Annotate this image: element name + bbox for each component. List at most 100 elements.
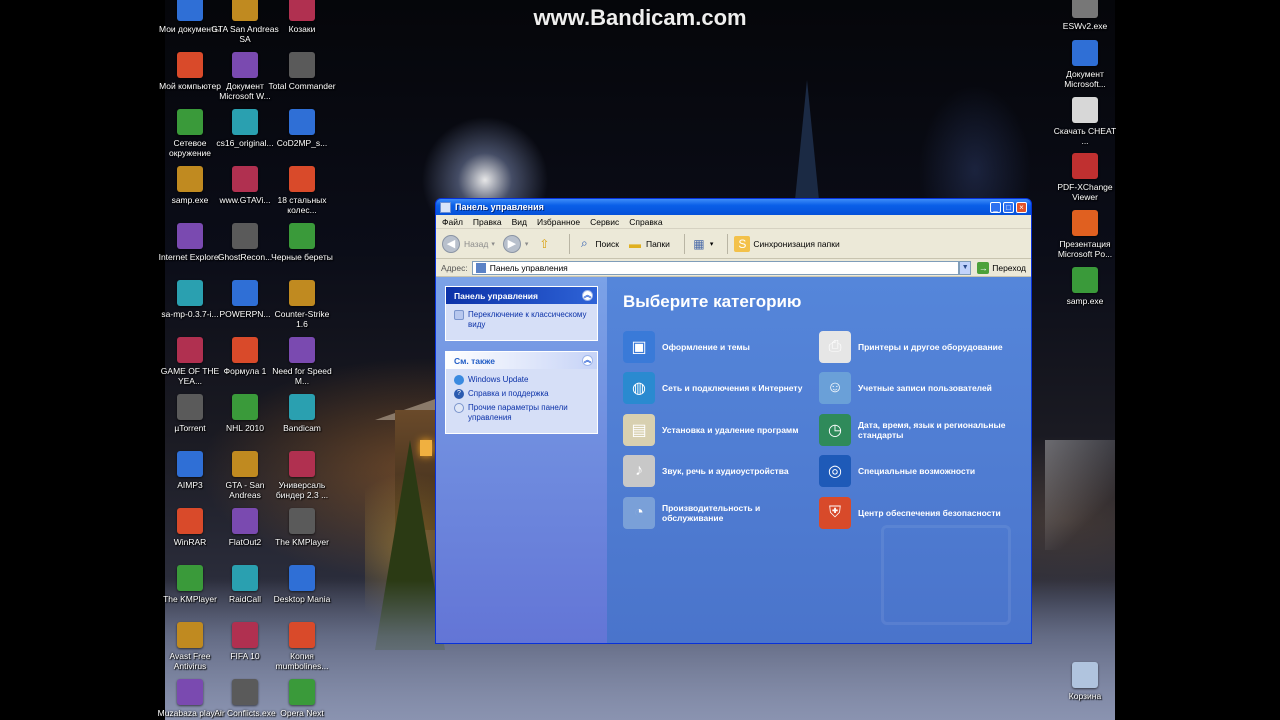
up-folder-button[interactable]: ⇧ (536, 236, 555, 252)
kozaki-icon (289, 0, 315, 21)
search-button[interactable]: ⌕ Поиск (576, 236, 619, 252)
collapse-icon[interactable]: ︽ (582, 290, 593, 301)
control-panel-window[interactable]: Панель управления _ □ × Файл Правка Вид … (435, 198, 1032, 644)
printer-icon: ⎙ (819, 330, 851, 363)
desktop-icon-label: FIFA 10 (230, 651, 260, 661)
category-item[interactable]: ◔ Производительность и обслуживание (623, 492, 819, 534)
collapse-icon[interactable]: ︽ (582, 355, 593, 366)
address-dropdown-button[interactable]: ▼ (959, 260, 972, 275)
beret-icon (289, 223, 315, 249)
samp-installer-icon (177, 280, 203, 306)
chevron-down-icon[interactable]: ▾ (710, 240, 714, 248)
desktop-icon[interactable]: Opera Next (267, 679, 337, 718)
desktop-icon[interactable]: ESWv2.exe (1050, 0, 1120, 31)
archive-icon (232, 109, 258, 135)
windows-update-link[interactable]: Windows Update (454, 375, 589, 385)
help-support-link[interactable]: ? Справка и поддержка (454, 389, 589, 399)
desktop-icon[interactable]: 18 стальных колес... (267, 166, 337, 215)
switch-classic-view-link[interactable]: Переключение к классическому виду (454, 310, 589, 330)
maximize-button[interactable]: □ (1003, 201, 1014, 213)
forward-button[interactable]: ▶ ▾ (502, 234, 529, 253)
sync-label: Синхронизация папки (753, 238, 840, 249)
category-item[interactable]: ⎙ Принтеры и другое оборудование (819, 326, 1015, 368)
desktop-icon[interactable]: Универсаль биндер 2.3 ... (267, 451, 337, 500)
church-spire (795, 80, 819, 200)
game-icon (177, 337, 203, 363)
toolbar-separator (683, 233, 685, 254)
go-button[interactable]: → Переход (977, 261, 1026, 274)
menu-file[interactable]: Файл (442, 217, 463, 227)
desktop-icon-label: Counter-Strike 1.6 (274, 309, 330, 329)
folders-button[interactable]: ▬ Папки (627, 236, 670, 252)
utorrent-icon (177, 394, 203, 420)
menu-favorites[interactable]: Избранное (537, 217, 580, 227)
desktop-icon[interactable]: Скачать CHEAT ... (1050, 97, 1120, 146)
close-button[interactable]: × (1016, 201, 1027, 213)
category-item[interactable]: ▣ Оформление и темы (623, 326, 819, 368)
aimp-icon (177, 451, 203, 477)
truck-icon (289, 166, 315, 192)
desktop-icon[interactable]: Презентация Microsoft Po... (1050, 210, 1120, 259)
windows-update-label: Windows Update (468, 375, 529, 384)
exe-icon (1072, 0, 1098, 18)
views-button[interactable]: ▦ ▾ (691, 236, 714, 252)
desktop-icon[interactable]: Need for Speed M... (267, 337, 337, 386)
datetime-icon: ◷ (819, 413, 851, 446)
desktop-icon-label: ESWv2.exe (1062, 21, 1108, 31)
toolbar-separator (727, 233, 729, 254)
watermark-graphic (881, 525, 1011, 625)
sync-button[interactable]: S Синхронизация папки (734, 235, 840, 252)
nhl-icon (232, 394, 258, 420)
address-input[interactable]: Панель управления (471, 260, 960, 275)
classic-view-icon (454, 310, 464, 320)
samp-icon (177, 166, 203, 192)
category-item[interactable]: ◍ Сеть и подключения к Интернету (623, 368, 819, 410)
back-button[interactable]: ◀ Назад ▾ (442, 234, 495, 253)
desktop-icon[interactable]: Черные береты (267, 223, 337, 262)
desktop-icon[interactable]: Козаки (267, 0, 337, 34)
desktop-icon[interactable]: Desktop Mania (267, 565, 337, 604)
desktop-icon[interactable]: Counter-Strike 1.6 (267, 280, 337, 329)
desktop-icon[interactable]: Документ Microsoft... (1050, 40, 1120, 89)
switch-classic-view-label: Переключение к классическому виду (468, 310, 587, 329)
desktop-icon[interactable]: Копия mumbolines... (267, 622, 337, 671)
taskbox-header[interactable]: Панель управления ︽ (446, 287, 597, 304)
category-item[interactable]: ▤ Установка и удаление программ (623, 409, 819, 451)
desktop-icon[interactable]: PDF-XChange Viewer (1050, 153, 1120, 202)
category-item[interactable]: ◎ Специальные возможности (819, 451, 1015, 493)
category-item[interactable]: ☺ Учетные записи пользователей (819, 368, 1015, 410)
other-options-link[interactable]: Прочие параметры панели управления (454, 403, 589, 423)
menu-help[interactable]: Справка (629, 217, 662, 227)
minimize-button[interactable]: _ (990, 201, 1001, 213)
performance-icon: ◔ (623, 496, 655, 529)
desktop-icon[interactable]: The KMPlayer (267, 508, 337, 547)
desktop-icon[interactable]: CoD2MP_s... (267, 109, 337, 148)
chevron-down-icon[interactable]: ▾ (491, 240, 495, 248)
menu-tools[interactable]: Сервис (590, 217, 619, 227)
appearance-icon: ▣ (623, 330, 655, 363)
help-icon: ? (454, 389, 464, 399)
chevron-down-icon[interactable]: ▾ (525, 240, 529, 248)
category-label: Специальные возможности (858, 466, 976, 477)
title-bar[interactable]: Панель управления _ □ × (436, 199, 1031, 215)
recording-watermark: www.Bandicam.com (533, 5, 747, 30)
category-grid: ▣ Оформление и темы ⎙ Принтеры и другое обо… (623, 326, 1015, 534)
desktop-icon-label: AIMP3 (177, 480, 203, 490)
forward-arrow-icon: ▶ (502, 234, 521, 253)
category-label: Принтеры и другое оборудование (858, 341, 1003, 352)
cs-icon (289, 280, 315, 306)
desktop-icon[interactable]: Total Commander (267, 52, 337, 91)
nfs-icon (289, 337, 315, 363)
other-options-label: Прочие параметры панели управления (468, 403, 568, 422)
search-icon: ⌕ (581, 236, 588, 250)
menu-edit[interactable]: Правка (473, 217, 502, 227)
recycle-bin-icon (1072, 662, 1098, 688)
menu-view[interactable]: Вид (512, 217, 527, 227)
category-label: Центр обеспечения безопасности (858, 507, 1001, 518)
desktop-icon[interactable]: samp.exe (1050, 267, 1120, 306)
desktop-icon[interactable]: Bandicam (267, 394, 337, 433)
category-item[interactable]: ♪ Звук, речь и аудиоустройства (623, 451, 819, 493)
category-item[interactable]: ◷ Дата, время, язык и региональные станда… (819, 409, 1015, 451)
desktop-icon[interactable]: Корзина (1050, 662, 1120, 701)
taskbox-header[interactable]: См. также ︽ (446, 352, 597, 369)
